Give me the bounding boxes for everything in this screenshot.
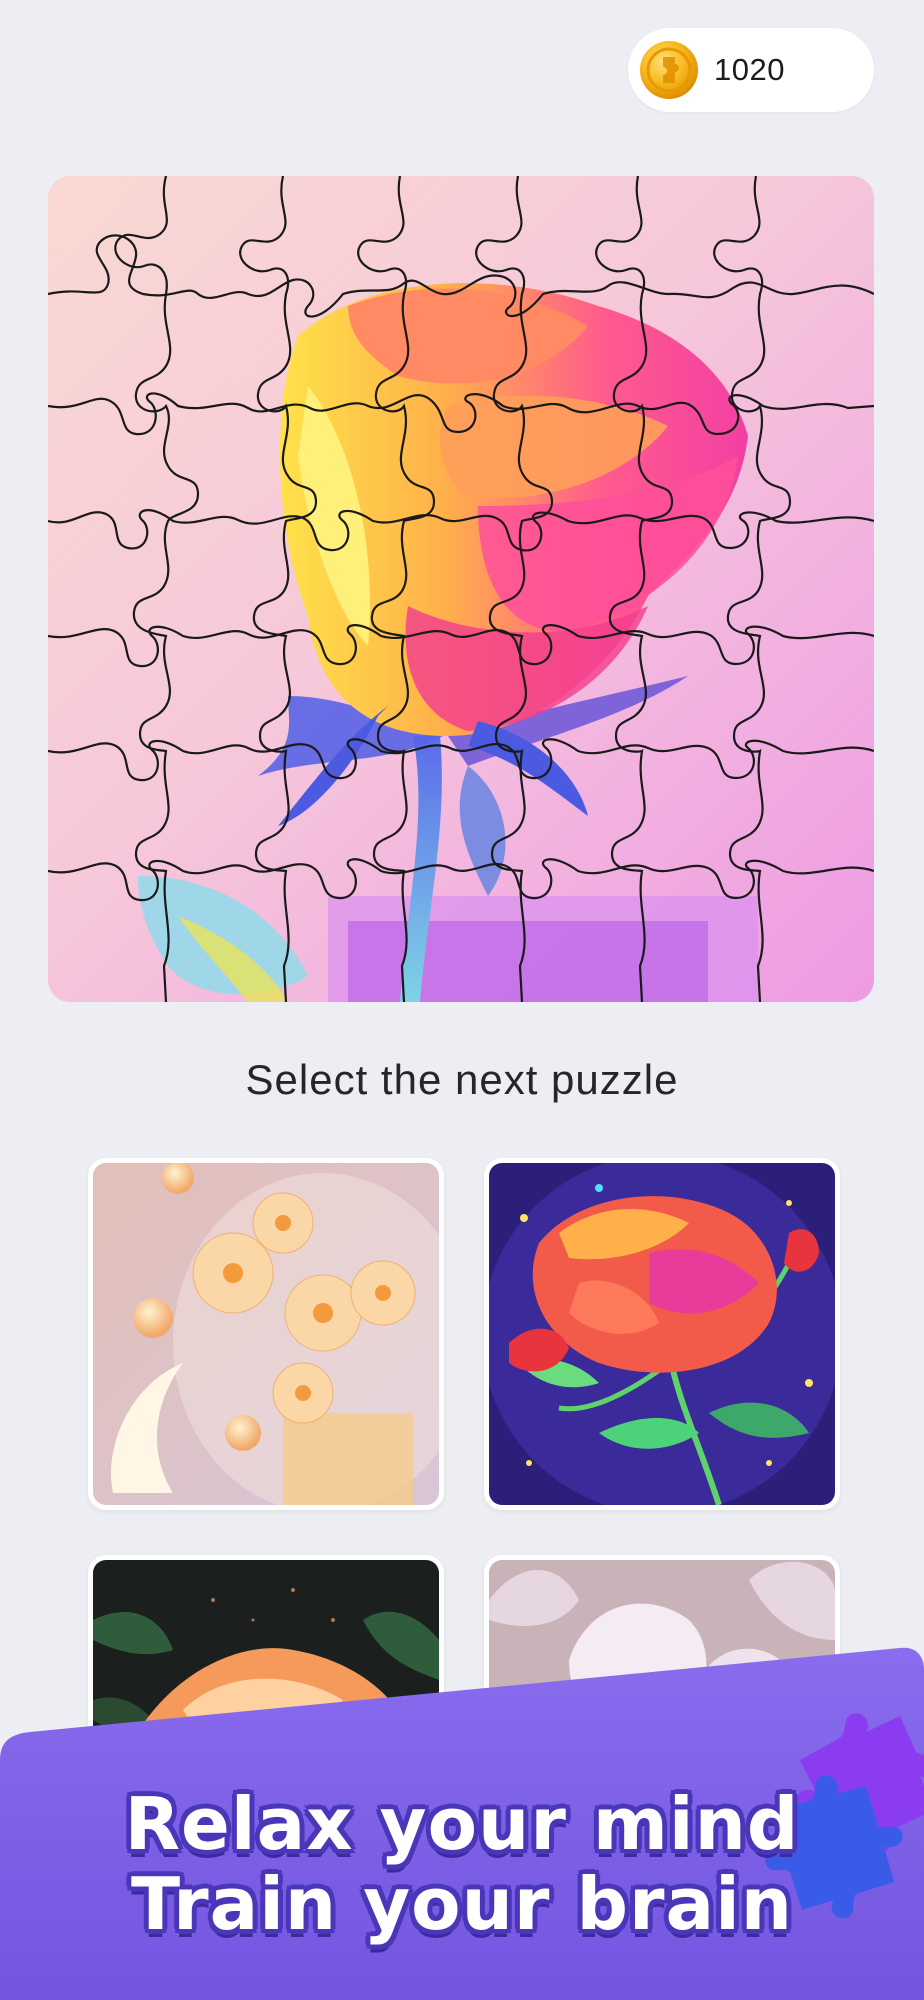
promo-line-2: Train your brain <box>130 1862 794 1946</box>
puzzle-thumbnail-rose[interactable] <box>484 1158 840 1510</box>
coin-count: 1020 <box>714 52 785 87</box>
rose-puzzle-image <box>48 176 874 1002</box>
promo-slogan: Relax your mind Train your brain <box>0 1784 924 1944</box>
promo-line-1: Relax your mind <box>124 1782 800 1866</box>
select-next-puzzle-title: Select the next puzzle <box>245 1056 679 1103</box>
daisies-artwork <box>93 1163 439 1505</box>
puzzle-board[interactable] <box>48 176 874 1002</box>
coin-icon <box>640 41 698 99</box>
puzzle-thumbnail-daisies[interactable] <box>88 1158 444 1510</box>
coin-balance[interactable]: 1020 <box>628 28 874 112</box>
stained-glass-rose-artwork <box>489 1163 835 1505</box>
